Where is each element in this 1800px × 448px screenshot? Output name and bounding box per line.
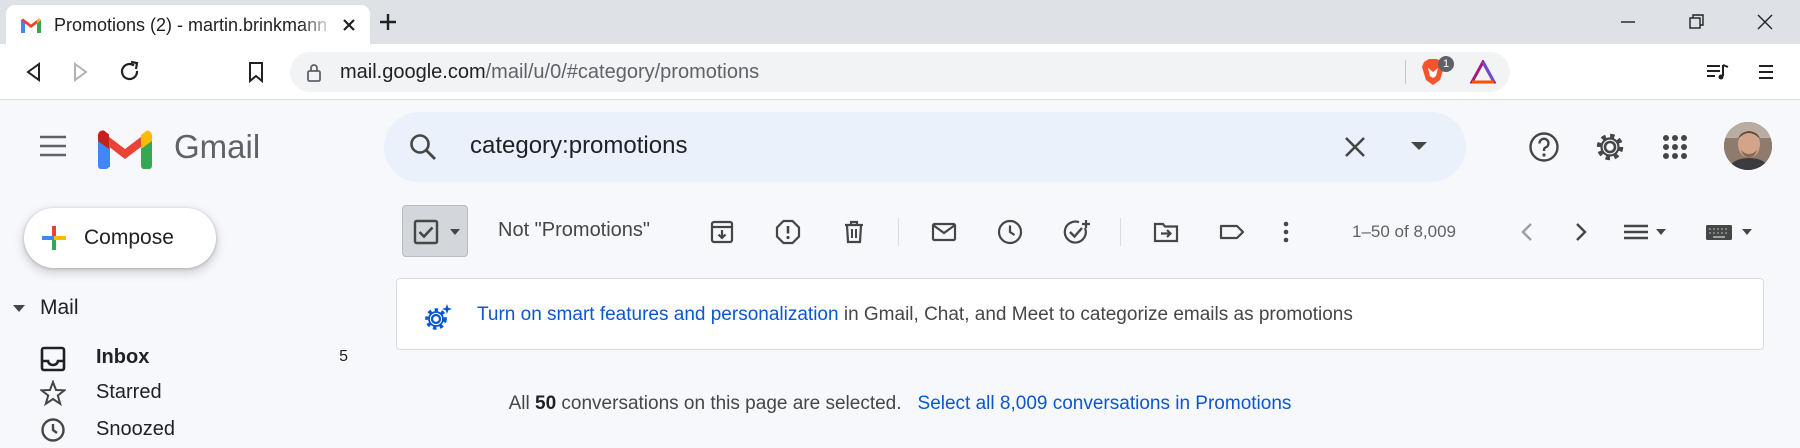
sidebar-item-label: Snoozed — [96, 418, 175, 440]
mail-action-bar: Not "Promotions" 1–50 of 8,009 — [390, 200, 1800, 264]
browser-menu-icon[interactable] — [1752, 58, 1780, 86]
back-icon[interactable] — [20, 58, 48, 86]
gmail-header: Gmail category:promotions — [0, 100, 1800, 196]
minimize-icon[interactable] — [1614, 8, 1642, 36]
select-all-conversations-link[interactable]: Select all 8,009 conversations in Promot… — [918, 393, 1292, 414]
sidebar-item-inbox[interactable]: Inbox 5 — [0, 340, 370, 376]
older-page-chevron-icon[interactable] — [1566, 218, 1594, 246]
new-tab-plus-icon[interactable] — [376, 10, 400, 34]
playlist-icon[interactable] — [1703, 58, 1731, 86]
forward-icon[interactable] — [66, 58, 94, 86]
gmail-wordmark[interactable]: Gmail — [174, 128, 260, 166]
mark-as-read-icon[interactable] — [930, 218, 958, 246]
browser-tab-active[interactable]: Promotions (2) - martin.brinkmann — [6, 5, 370, 44]
sidebar-item-snoozed[interactable]: Snoozed — [0, 412, 370, 448]
search-icon[interactable] — [408, 132, 438, 162]
add-to-tasks-icon[interactable] — [1062, 218, 1090, 246]
shields-badge: 1 — [1438, 56, 1454, 72]
lock-icon[interactable] — [306, 62, 322, 82]
input-tools-keyboard-icon[interactable] — [1704, 218, 1756, 246]
more-options-icon[interactable] — [1272, 218, 1300, 246]
newer-page-chevron-icon[interactable] — [1514, 218, 1542, 246]
address-bar-divider — [1405, 60, 1406, 84]
delete-trash-icon[interactable] — [840, 218, 868, 246]
account-avatar[interactable] — [1724, 122, 1772, 170]
smart-features-banner: Turn on smart features and personalizati… — [396, 278, 1764, 350]
selection-notice: All 50 conversations on this page are se… — [0, 393, 1800, 415]
pagination-range: 1–50 of 8,009 — [1352, 222, 1456, 241]
brave-rewards-icon[interactable] — [1470, 60, 1496, 84]
search-bar[interactable]: category:promotions — [384, 112, 1466, 182]
inbox-icon — [40, 346, 66, 372]
url-path: /mail/u/0/#category/promotions — [485, 61, 760, 83]
settings-gear-icon[interactable] — [1594, 131, 1626, 163]
not-category-button[interactable]: Not "Promotions" — [498, 219, 650, 242]
label-tag-icon[interactable] — [1218, 218, 1246, 246]
mail-section-heading[interactable]: Mail — [40, 296, 79, 320]
browser-tab-strip: Promotions (2) - martin.brinkmann — [0, 0, 1800, 44]
toolbar-divider — [1120, 218, 1121, 246]
checked-checkbox-icon[interactable] — [413, 219, 439, 245]
url-text[interactable]: mail.google.com/mail/u/0/#category/promo… — [340, 61, 759, 84]
snooze-icon[interactable] — [996, 218, 1024, 246]
smart-features-gear-sparkle-icon — [423, 303, 453, 331]
tab-title: Promotions (2) - martin.brinkmann — [54, 15, 328, 35]
gmail-logo-icon[interactable] — [96, 127, 154, 171]
restore-icon[interactable] — [1682, 8, 1710, 36]
sidebar-item-label: Inbox — [96, 346, 150, 368]
clear-search-icon[interactable] — [1342, 134, 1368, 160]
selection-suffix: conversations on this page are selected. — [556, 393, 902, 414]
url-host: mail.google.com — [340, 61, 486, 83]
compose-plus-icon — [40, 224, 68, 252]
close-window-icon[interactable] — [1751, 8, 1779, 36]
reload-icon[interactable] — [116, 58, 144, 86]
search-input[interactable]: category:promotions — [470, 132, 687, 160]
report-spam-icon[interactable] — [774, 218, 802, 246]
compose-label: Compose — [84, 226, 174, 249]
tab-close-icon[interactable] — [339, 15, 359, 35]
apps-grid-icon[interactable] — [1662, 134, 1688, 160]
bookmark-icon[interactable] — [242, 58, 270, 86]
compose-button[interactable]: Compose — [24, 208, 216, 268]
toolbar-divider — [898, 218, 899, 246]
search-options-icon[interactable] — [1410, 140, 1428, 152]
gmail-favicon-icon — [20, 17, 42, 34]
browser-toolbar: mail.google.com/mail/u/0/#category/promo… — [0, 44, 1800, 100]
selection-count: 50 — [535, 393, 557, 414]
archive-icon[interactable] — [708, 218, 736, 246]
move-to-icon[interactable] — [1152, 218, 1180, 246]
unread-count: 5 — [339, 348, 348, 365]
smart-features-link[interactable]: Turn on smart features and personalizati… — [477, 304, 839, 325]
selection-prefix: All — [508, 393, 535, 414]
snooze-clock-icon — [40, 417, 66, 443]
smart-features-message: Turn on smart features and personalizati… — [477, 304, 1353, 326]
select-caret-icon[interactable] — [449, 228, 461, 236]
address-bar[interactable]: mail.google.com/mail/u/0/#category/promo… — [290, 52, 1510, 92]
smart-features-description: in Gmail, Chat, and Meet to categorize e… — [838, 304, 1353, 325]
density-toggle-icon[interactable] — [1622, 218, 1670, 246]
help-icon[interactable] — [1528, 131, 1560, 163]
select-all-dropdown[interactable] — [402, 205, 468, 257]
main-menu-icon[interactable] — [38, 134, 68, 158]
mail-collapse-caret-icon[interactable] — [12, 304, 26, 314]
